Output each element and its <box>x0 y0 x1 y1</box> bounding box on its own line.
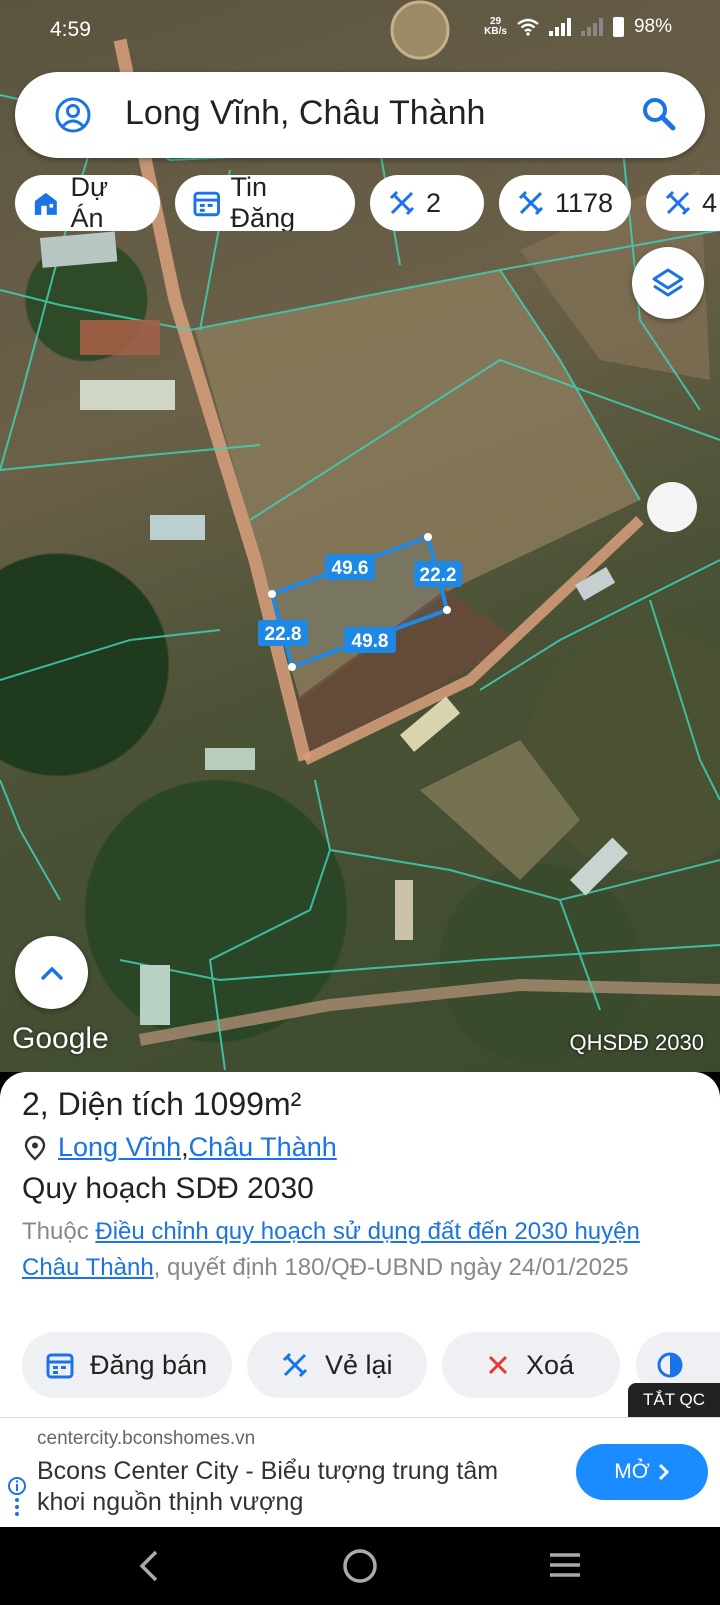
post-sale-button[interactable]: Đăng bán <box>22 1332 232 1398</box>
measure-icon <box>518 190 544 216</box>
plot-location: Long Vĩnh, Châu Thành <box>24 1132 337 1163</box>
measure-icon <box>665 190 691 216</box>
map-layer-tag: QHSDĐ 2030 <box>569 1030 704 1055</box>
parcel-line <box>0 629 221 681</box>
back-icon[interactable] <box>136 1549 164 1583</box>
rooftop <box>395 880 413 940</box>
edge-label-top: 49.6 <box>332 558 369 579</box>
chip-label: 2 <box>426 187 442 218</box>
signal-icon-secondary <box>580 18 603 36</box>
map-drag-handle[interactable] <box>647 482 697 532</box>
calendar-icon <box>193 191 220 217</box>
action-label: Vẻ lại <box>325 1349 393 1380</box>
layers-button[interactable] <box>632 247 704 319</box>
ad-open-button[interactable]: MỞ <box>576 1444 708 1500</box>
rooftop <box>39 231 118 268</box>
location-link-commune[interactable]: Long Vĩnh <box>58 1132 181 1163</box>
battery-icon <box>612 17 624 37</box>
chip-label: 4 <box>702 187 718 218</box>
signal-icon <box>548 18 571 36</box>
status-icons: 29 KB/s 98% <box>484 16 672 38</box>
plot-heading: 2, Diện tích 1099m² <box>22 1086 302 1122</box>
ad-banner[interactable]: centercity.bconshomes.vn Bcons Center Ci… <box>0 1417 720 1528</box>
chip-measure-2[interactable]: 2 <box>370 175 484 231</box>
plot-vertex[interactable] <box>288 663 296 671</box>
rooftop <box>205 748 255 770</box>
chevron-up-icon <box>40 966 63 980</box>
rooftop <box>140 965 170 1025</box>
redraw-button[interactable]: Vẻ lại <box>247 1332 427 1398</box>
wifi-icon <box>517 18 539 36</box>
chip-tin-dang[interactable]: Tin Đăng <box>175 175 355 231</box>
rooftop <box>80 320 160 355</box>
action-label: Xoá <box>526 1349 575 1380</box>
network-speed: 29 KB/s <box>484 16 507 37</box>
plot-vertex[interactable] <box>443 606 451 614</box>
edge-label-bottom: 49.8 <box>352 631 389 652</box>
ad-domain: centercity.bconshomes.vn <box>37 1428 256 1449</box>
plan-title: Quy hoạch SDĐ 2030 <box>22 1172 314 1205</box>
recents-icon[interactable] <box>548 1551 582 1579</box>
ad-open-label: MỞ <box>614 1460 650 1483</box>
measure-icon <box>389 190 415 216</box>
action-buttons: Đăng bán Vẻ lại Xoá <box>0 1330 720 1400</box>
location-link-district[interactable]: Châu Thành <box>189 1132 337 1163</box>
location-pin-icon <box>24 1135 46 1161</box>
chip-label: Tin Đăng <box>230 175 296 231</box>
plan-description: Thuộc Điều chỉnh quy hoạch sử dụng đất đ… <box>22 1218 640 1281</box>
search-location-title[interactable]: Long Vĩnh, Châu Thành <box>125 94 485 133</box>
edge-label-left: 22.8 <box>265 624 302 645</box>
calendar-icon <box>46 1353 74 1379</box>
satellite-map[interactable]: 49.6 22.2 49.8 22.8 4:59 29 KB/s 98% Lon… <box>0 0 720 1072</box>
building-icon <box>34 192 57 215</box>
filter-chips: Dự Án Tin Đăng 2 1178 4 <box>15 175 720 231</box>
rooftop <box>80 380 175 410</box>
ad-text: Bcons Center City - Biểu tượng trung tâm… <box>37 1457 499 1516</box>
search-icon[interactable] <box>641 96 677 132</box>
delete-button[interactable]: Xoá <box>442 1332 620 1398</box>
expand-sheet-button[interactable] <box>15 936 88 1009</box>
chip-measure-1178[interactable]: 1178 <box>499 175 631 231</box>
home-icon[interactable] <box>341 1547 379 1585</box>
chip-measure-4[interactable]: 4 <box>646 175 720 231</box>
location-separator: , <box>181 1132 189 1162</box>
contrast-icon <box>657 1352 683 1378</box>
close-ad-button[interactable]: TẮT QC <box>628 1383 720 1417</box>
parcel-line <box>649 599 720 801</box>
measure-icon <box>282 1352 308 1378</box>
layers-icon <box>652 268 684 297</box>
chevron-right-icon <box>658 1463 669 1481</box>
ad-info-icon[interactable] <box>7 1476 27 1516</box>
chip-label: Dự Án <box>70 175 109 231</box>
close-icon <box>488 1355 508 1375</box>
status-time: 4:59 <box>50 18 91 41</box>
status-bar: 4:59 29 KB/s 98% <box>0 0 720 60</box>
chip-label: 1178 <box>554 187 613 218</box>
chip-du-an[interactable]: Dự Án <box>15 175 160 231</box>
parcel-line <box>0 779 61 901</box>
crop-field <box>420 740 580 880</box>
user-account-icon[interactable] <box>55 97 91 133</box>
google-logo: Google <box>12 1022 109 1055</box>
edge-label-right: 22.2 <box>420 565 457 586</box>
search-bar[interactable]: Long Vĩnh, Châu Thành <box>15 72 705 158</box>
action-label: Đăng bán <box>90 1349 208 1380</box>
rooftop <box>150 515 205 540</box>
rooftop <box>570 837 628 896</box>
system-nav-bar <box>0 1527 720 1605</box>
plot-vertex[interactable] <box>424 533 432 541</box>
plot-vertex[interactable] <box>268 590 276 598</box>
battery-level: 98% <box>633 16 672 37</box>
map-overlay: 49.6 22.2 49.8 22.8 <box>0 0 720 1071</box>
